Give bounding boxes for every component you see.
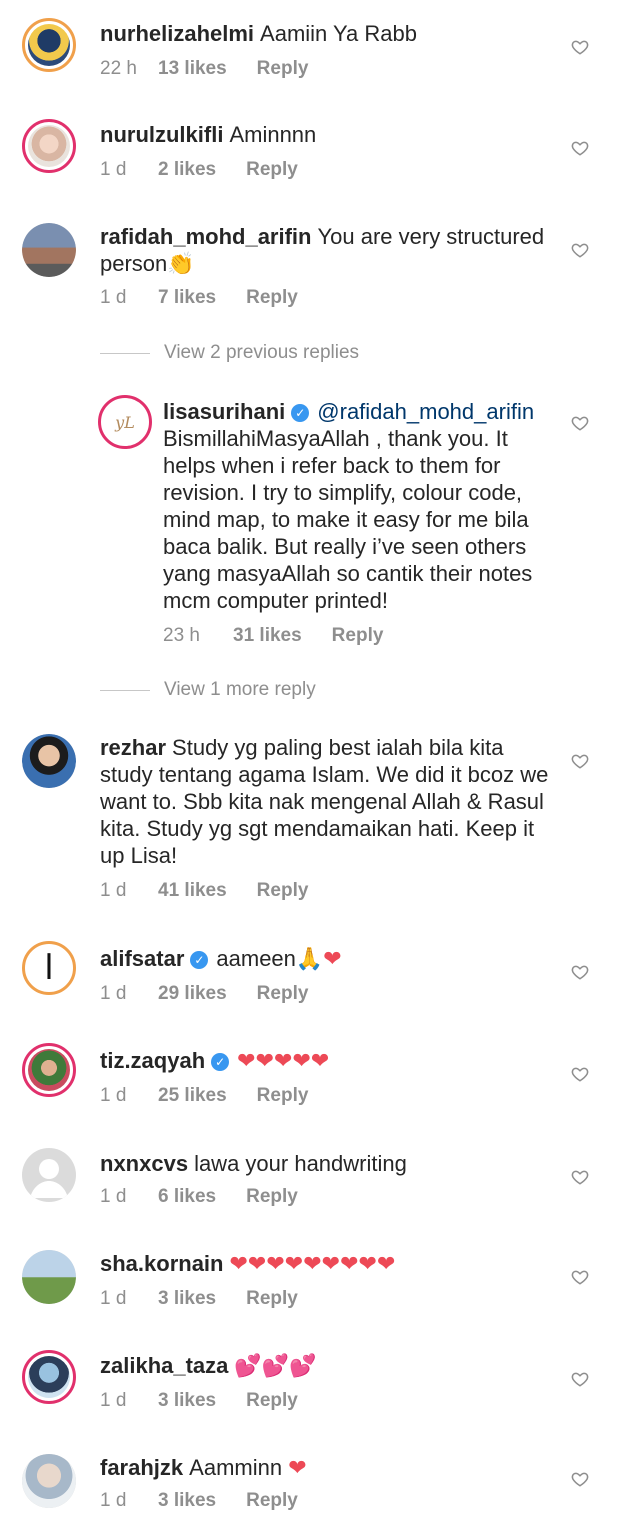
heart-icon[interactable] [571, 1268, 589, 1286]
avatar[interactable] [22, 1454, 76, 1508]
comment-username[interactable]: rafidah_mohd_arifin [100, 224, 311, 249]
avatar[interactable] [22, 1250, 76, 1304]
comment-likes[interactable]: 3 likes [158, 1288, 216, 1310]
comment-likes[interactable]: 2 likes [158, 159, 216, 181]
heart-icon[interactable] [571, 241, 589, 259]
divider-line [100, 352, 150, 354]
comment-text: Aamiin Ya Rabb [260, 21, 417, 46]
pray-heart-emoji: 🙏❤ [295, 947, 342, 972]
reply-button[interactable]: Reply [246, 287, 298, 309]
reply-button[interactable]: Reply [246, 1288, 298, 1310]
comment-username[interactable]: rezhar [100, 735, 166, 760]
comment-text: aameen [216, 946, 296, 971]
comment-time: 1 d [100, 880, 127, 901]
comment-time: 1 d [100, 1490, 127, 1511]
comment-time: 1 d [100, 159, 127, 180]
comment-username[interactable]: nurulzulkifli [100, 122, 223, 147]
comment-time: 1 d [100, 1186, 127, 1207]
reply-button[interactable]: Reply [246, 1186, 298, 1208]
heart-icon[interactable] [571, 1168, 589, 1186]
clap-emoji: 👏 [167, 252, 195, 277]
reply-button[interactable]: Reply [246, 1490, 298, 1512]
comment-likes[interactable]: 29 likes [158, 983, 227, 1005]
comment-likes[interactable]: 13 likes [158, 58, 227, 80]
heart-icon[interactable] [571, 414, 589, 432]
heart-icon[interactable] [571, 1370, 589, 1388]
reply-button[interactable]: Reply [257, 880, 309, 902]
comment-time: 1 d [100, 1390, 127, 1411]
heart-emoji: ❤ [288, 1456, 307, 1481]
comment-username[interactable]: lisasurihani [163, 399, 285, 424]
verified-badge-icon: ✓ [211, 1053, 230, 1071]
reply-button[interactable]: Reply [257, 1085, 309, 1107]
avatar[interactable] [22, 223, 76, 277]
avatar[interactable] [22, 1350, 76, 1404]
comment-time: 1 d [100, 1288, 127, 1309]
comment-text: lawa your handwriting [194, 1151, 407, 1176]
comment-likes[interactable]: 7 likes [158, 287, 216, 309]
avatar[interactable]: ا [22, 941, 76, 995]
comment-username[interactable]: sha.kornain [100, 1251, 223, 1276]
comment-text: Aminnnn [229, 122, 317, 147]
comment-time: 22 h [100, 58, 137, 79]
comment-likes[interactable]: 6 likes [158, 1186, 216, 1208]
reply-button[interactable]: Reply [246, 1390, 298, 1412]
heart-icon[interactable] [571, 963, 589, 981]
pink-hearts-emoji: 💕💕💕 [234, 1354, 317, 1379]
avatar[interactable] [22, 1148, 76, 1202]
comment-time: 1 d [100, 983, 127, 1004]
avatar[interactable]: yL [98, 395, 152, 449]
hearts-emoji: ❤❤❤❤❤❤❤❤❤ [229, 1252, 396, 1277]
comment-time: 1 d [100, 1085, 127, 1106]
comment-likes[interactable]: 31 likes [233, 625, 302, 647]
comment-likes[interactable]: 3 likes [158, 1390, 216, 1412]
comment-time: 23 h [163, 625, 200, 646]
monogram-logo: yL [104, 401, 146, 443]
comment-username[interactable]: nxnxcvs [100, 1151, 188, 1176]
comment-likes[interactable]: 41 likes [158, 880, 227, 902]
heart-icon[interactable] [571, 139, 589, 157]
heart-icon[interactable] [571, 1065, 589, 1083]
comment-likes[interactable]: 25 likes [158, 1085, 227, 1107]
view-more-replies-label: View 1 more reply [164, 679, 316, 700]
avatar[interactable] [22, 1043, 76, 1097]
reply-button[interactable]: Reply [332, 625, 384, 647]
comment-username[interactable]: farahjzk [100, 1455, 183, 1480]
comment-username[interactable]: alifsatar [100, 946, 184, 971]
avatar[interactable] [22, 734, 76, 788]
comment-username[interactable]: zalikha_taza [100, 1353, 228, 1378]
view-more-replies-button[interactable]: View 1 more reply [100, 679, 316, 701]
heart-icon[interactable] [571, 1470, 589, 1488]
comment-username[interactable]: tiz.zaqyah [100, 1048, 205, 1073]
default-avatar-icon [30, 1159, 68, 1198]
comment-username[interactable]: nurhelizahelmi [100, 21, 254, 46]
comment-text: Aamminn [189, 1455, 283, 1480]
verified-badge-icon: ✓ [190, 951, 209, 969]
mention-link[interactable]: @rafidah_mohd_arifin [317, 399, 534, 424]
reply-button[interactable]: Reply [246, 159, 298, 181]
reply-button[interactable]: Reply [257, 58, 309, 80]
hearts-emoji: ❤❤❤❤❤ [237, 1049, 330, 1074]
avatar[interactable] [22, 119, 76, 173]
heart-icon[interactable] [571, 752, 589, 770]
divider-line [100, 689, 150, 691]
comment-text: BismillahiMasyaAllah , thank you. It hel… [163, 426, 533, 613]
comment-likes[interactable]: 3 likes [158, 1490, 216, 1512]
comment-text: Study yg paling best ialah bila kita stu… [100, 735, 549, 868]
verified-badge-icon: ✓ [291, 404, 310, 422]
reply-button[interactable]: Reply [257, 983, 309, 1005]
comments-feed: nurhelizahelmi Aamiin Ya Rabb 22 h 13 lik… [0, 0, 623, 1528]
arabic-glyph-logo: ا [28, 947, 70, 989]
comment-time: 1 d [100, 287, 127, 308]
view-previous-replies-label: View 2 previous replies [164, 342, 360, 363]
avatar[interactable] [22, 18, 76, 72]
heart-icon[interactable] [571, 38, 589, 56]
view-previous-replies-button[interactable]: View 2 previous replies [100, 342, 359, 364]
